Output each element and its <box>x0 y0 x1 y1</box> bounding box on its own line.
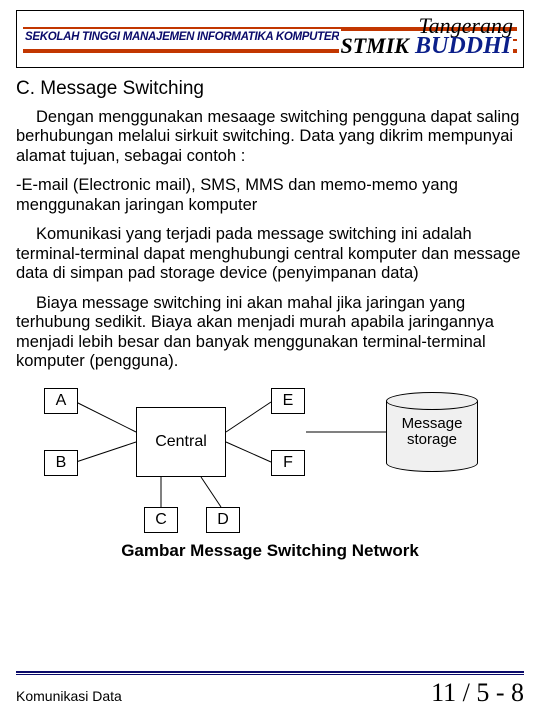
paragraph-3: Komunikasi yang terjadi pada message swi… <box>16 225 524 283</box>
institution-name: SEKOLAH TINGGI MANAJEMEN INFORMATIKA KOM… <box>23 29 341 45</box>
storage-cylinder: Messagestorage <box>386 392 478 472</box>
main-content: C. Message Switching Dengan menggunakan … <box>16 78 524 561</box>
storage-label-2: storage <box>407 431 457 448</box>
node-e: E <box>271 388 305 414</box>
page-footer: Komunikasi Data 11 / 5 - 8 <box>16 667 524 708</box>
diagram-caption: Gambar Message Switching Network <box>16 541 524 561</box>
brand-abbrev: STMIK <box>341 33 409 59</box>
node-f: F <box>271 450 305 476</box>
header-banner: SEKOLAH TINGGI MANAJEMEN INFORMATIKA KOM… <box>16 10 524 68</box>
section-heading: C. Message Switching <box>16 78 524 100</box>
network-diagram: A B Central E F C D Messagestorage <box>16 382 506 537</box>
node-d: D <box>206 507 240 533</box>
storage-label-1: Message <box>402 415 463 432</box>
node-a: A <box>44 388 78 414</box>
paragraph-1: Dengan menggunakan mesaage switching pen… <box>16 108 524 166</box>
paragraph-4: Biaya message switching ini akan mahal j… <box>16 294 524 372</box>
footer-rule <box>16 671 524 675</box>
node-c: C <box>144 507 178 533</box>
brand-name: BUDDHI <box>415 33 511 60</box>
footer-course: Komunikasi Data <box>16 688 122 704</box>
node-b: B <box>44 450 78 476</box>
paragraph-2: -E-mail (Electronic mail), SMS, MMS dan … <box>16 176 524 215</box>
footer-page-number: 11 / 5 - 8 <box>431 678 524 708</box>
node-central: Central <box>136 407 226 477</box>
